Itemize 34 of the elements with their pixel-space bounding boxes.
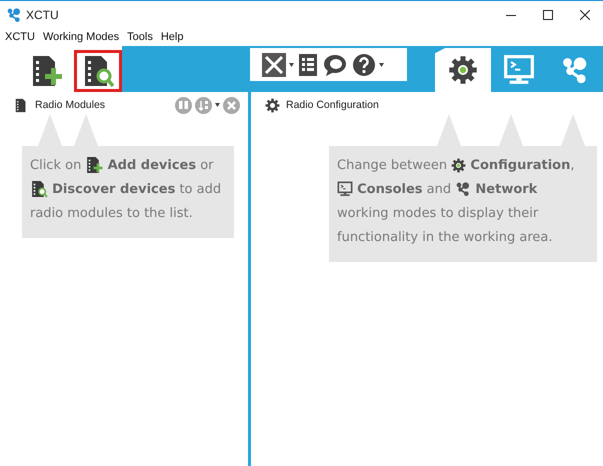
chat-button[interactable] bbox=[322, 52, 348, 76]
help-button[interactable] bbox=[352, 52, 384, 76]
tools-icon bbox=[262, 52, 286, 76]
window-title: XCTU bbox=[26, 8, 59, 22]
caret-icon bbox=[215, 103, 220, 107]
list-icon bbox=[298, 52, 318, 76]
list-button[interactable] bbox=[298, 52, 318, 76]
caret-icon bbox=[289, 62, 294, 66]
maximize-icon bbox=[542, 10, 552, 20]
caret-icon bbox=[379, 62, 384, 66]
app-logo-icon bbox=[6, 7, 22, 23]
menu-item[interactable]: XCTU bbox=[5, 31, 35, 43]
panel-title: Radio Modules bbox=[35, 99, 106, 111]
menu-item[interactable]: Help bbox=[160, 31, 184, 43]
gear-icon bbox=[448, 55, 478, 85]
minimize-icon bbox=[506, 14, 516, 16]
panel-title: Radio Configuration bbox=[286, 99, 379, 111]
monitor-icon bbox=[337, 181, 353, 198]
monitor-icon bbox=[503, 54, 535, 86]
menu-item[interactable]: Tools bbox=[127, 31, 153, 43]
close-icon bbox=[580, 10, 590, 20]
menu-item[interactable]: Working Modes bbox=[42, 31, 120, 43]
add-device-icon bbox=[85, 156, 104, 174]
help-icon bbox=[352, 52, 376, 76]
hint-text: Change between Configuration, Consoles and Network working modes to display their functionality in the working area. bbox=[337, 156, 576, 247]
gear-icon bbox=[451, 158, 466, 173]
mode-tab[interactable] bbox=[435, 48, 491, 92]
discover-device-button[interactable] bbox=[74, 50, 122, 92]
chat-icon bbox=[322, 52, 348, 76]
hint-text: Click on Add devices or Discover devices to add radio modules to the list. bbox=[30, 155, 222, 223]
gear-icon bbox=[265, 98, 280, 112]
tools-button[interactable] bbox=[262, 52, 294, 76]
network-icon bbox=[455, 181, 472, 198]
discover-device-icon bbox=[30, 180, 48, 198]
